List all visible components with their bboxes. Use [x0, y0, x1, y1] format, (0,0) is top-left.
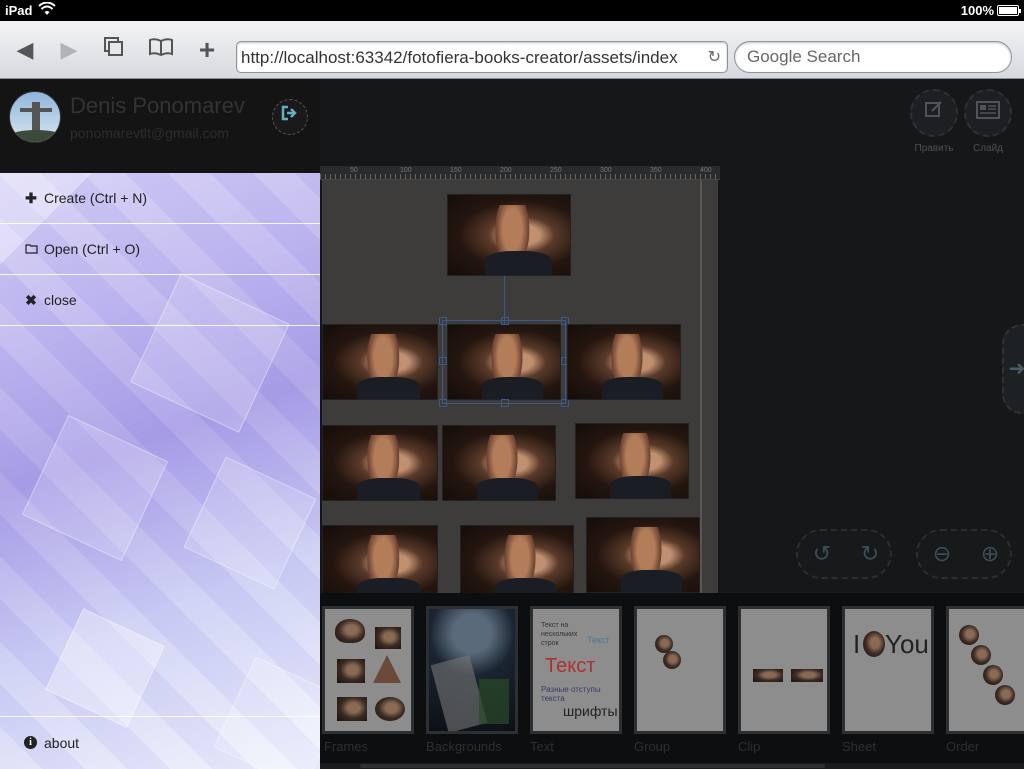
reload-icon[interactable]: ↻: [708, 47, 721, 67]
text-sample-fonts: шрифты: [563, 703, 618, 719]
user-email: ponomarevtlt@gmail.com: [70, 125, 229, 141]
ruler-label: 100: [400, 167, 412, 174]
thumb-label-sheet: Sheet: [842, 739, 876, 754]
thumb-order[interactable]: [946, 606, 1024, 734]
book-page[interactable]: [322, 180, 718, 594]
thumb-label-group: Group: [634, 739, 671, 754]
thumb-group[interactable]: [634, 606, 726, 734]
thumbnail-strip: Frames Backgrounds Текст на нескольких с…: [320, 593, 1024, 769]
next-arrow-icon[interactable]: ➜: [1002, 324, 1024, 414]
logout-icon[interactable]: [272, 99, 308, 135]
menu-item-create[interactable]: ✚ Create (Ctrl + N): [0, 173, 320, 224]
sheet-text-i: I: [853, 629, 861, 659]
thumb-frames[interactable]: [322, 606, 414, 734]
thumb-label-order: Order: [946, 739, 980, 754]
zoom-out-icon[interactable]: ⊖: [918, 531, 966, 577]
ruler-label: 150: [450, 167, 462, 174]
battery-icon: [997, 5, 1021, 16]
selection-box[interactable]: [439, 317, 569, 407]
text-sample-colored: Текст: [587, 635, 610, 645]
sheet-text-you: You: [885, 629, 929, 659]
photo[interactable]: [460, 525, 574, 594]
back-icon[interactable]: ◀: [10, 35, 40, 65]
text-sample-different: Разные отступы текста: [541, 685, 601, 703]
plus-icon: ✚: [25, 190, 37, 206]
forward-icon[interactable]: ▶: [54, 35, 84, 65]
thumb-label-backgrounds: Backgrounds: [426, 739, 502, 754]
ruler-label: 250: [550, 167, 562, 174]
text-sample-big: Текст: [545, 655, 596, 677]
new-tab-icon[interactable]: +: [192, 35, 222, 65]
folder-icon: [24, 241, 38, 257]
menu-body: ✚ Create (Ctrl + N) Open (Ctrl + O) ✖ cl…: [0, 173, 320, 769]
menu-item-open[interactable]: Open (Ctrl + O): [0, 224, 320, 275]
slide-button[interactable]: [964, 89, 1012, 137]
thumb-sheet[interactable]: I You: [842, 606, 934, 734]
photo[interactable]: [447, 194, 571, 276]
tabs-icon[interactable]: [98, 35, 128, 65]
device-name: iPad: [5, 3, 33, 18]
ruler-label: 400: [700, 167, 712, 174]
photo[interactable]: [575, 423, 689, 499]
thumb-label-clip: Clip: [738, 739, 761, 754]
photo[interactable]: [442, 425, 556, 501]
zoom-group: ⊖ ⊕: [916, 529, 1012, 579]
thumb-clip[interactable]: [738, 606, 830, 734]
avatar[interactable]: [9, 91, 61, 143]
text-sample-small: Текст на нескольких строк: [541, 622, 578, 647]
undo-icon[interactable]: ↺: [798, 531, 846, 577]
edit-label: Править: [914, 143, 954, 154]
slide-label: Слайд: [972, 143, 1004, 154]
wifi-icon: [38, 1, 56, 19]
menu-item-label: Open (Ctrl + O): [44, 241, 141, 257]
thumb-backgrounds[interactable]: [426, 606, 518, 734]
photo[interactable]: [322, 425, 438, 501]
browser-toolbar: ◀ ▶ + http://localhost:63342/fotofiera-b…: [0, 21, 1024, 79]
menu-item-about[interactable]: i about: [0, 716, 320, 769]
status-bar: iPad 100%: [0, 0, 1024, 21]
side-menu: Denis Ponomarev ponomarevtlt@gmail.com ✚…: [0, 79, 320, 769]
thumb-text[interactable]: Текст на нескольких строк Текст Текст Ра…: [530, 606, 622, 734]
user-name: Denis Ponomarev: [70, 93, 245, 118]
battery-percent: 100%: [960, 3, 994, 18]
ruler-label: 50: [350, 167, 358, 174]
photo[interactable]: [567, 324, 681, 400]
ruler-label: 350: [650, 167, 662, 174]
ruler-label: 200: [500, 167, 512, 174]
menu-item-close[interactable]: ✖ close: [0, 275, 320, 326]
url-field[interactable]: http://localhost:63342/fotofiera-books-c…: [236, 41, 728, 73]
zoom-in-icon[interactable]: ⊕: [966, 531, 1014, 577]
redo-icon[interactable]: ↻: [846, 531, 894, 577]
thumb-label-text: Text: [530, 739, 554, 754]
close-icon: ✖: [25, 292, 37, 308]
menu-item-label: about: [44, 735, 80, 751]
ruler: 50 100 150 200 250 300 350 400: [320, 166, 720, 180]
thumb-label-frames: Frames: [324, 739, 369, 754]
photo[interactable]: [586, 517, 700, 593]
profile-header: Denis Ponomarev ponomarevtlt@gmail.com: [0, 79, 320, 173]
photo[interactable]: [322, 324, 438, 400]
strip-scrollbar[interactable]: [320, 763, 1024, 769]
info-icon: i: [24, 736, 37, 749]
undo-redo-group: ↺ ↻: [796, 529, 892, 579]
bookmarks-icon[interactable]: [146, 35, 176, 65]
menu-item-label: close: [44, 292, 77, 308]
ruler-label: 300: [600, 167, 612, 174]
menu-item-label: Create (Ctrl + N): [44, 190, 148, 206]
photo[interactable]: [322, 525, 438, 594]
edit-button[interactable]: [910, 89, 958, 137]
search-input[interactable]: [747, 47, 997, 67]
search-field[interactable]: [734, 41, 1012, 73]
url-text: http://localhost:63342/fotofiera-books-c…: [241, 48, 678, 67]
